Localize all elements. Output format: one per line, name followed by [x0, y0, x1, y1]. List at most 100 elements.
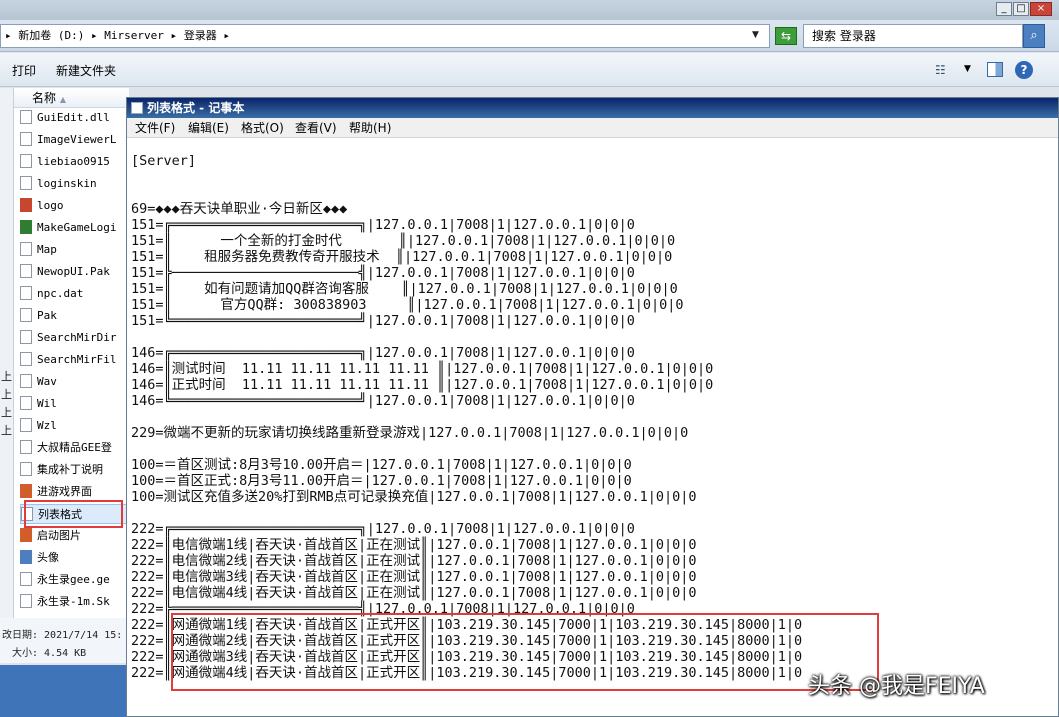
- file-item[interactable]: 永生录gee.ge: [20, 570, 130, 590]
- column-header-name[interactable]: 名称 ▲: [14, 88, 129, 108]
- file-item[interactable]: SearchMirFil: [20, 350, 130, 370]
- file-name: 进游戏界面: [37, 485, 92, 498]
- address-dropdown-icon[interactable]: ▼: [752, 30, 759, 40]
- file-icon: [20, 308, 32, 322]
- file-item[interactable]: Wzl: [20, 416, 130, 436]
- text-line: 222=║电信微端2线|吞天诀·首战首区|正在测试║|127.0.0.1|700…: [131, 553, 697, 569]
- nav-item[interactable]: 上: [1, 368, 12, 384]
- file-item[interactable]: ImageViewerL: [20, 130, 130, 150]
- explorer-toolbar: 打印 新建文件夹 ☷ ▼ ?: [0, 53, 1059, 87]
- file-name: 集成补丁说明: [37, 463, 103, 476]
- notepad-title-bar[interactable]: 列表格式 - 记事本: [127, 98, 1058, 118]
- search-input[interactable]: 搜索 登录器: [803, 24, 1023, 48]
- refresh-icon[interactable]: ⇆: [775, 27, 797, 45]
- address-bar: ▸ 新加卷 (D:) ▸ Mirserver ▸ 登录器 ▸ ▼ ⇆ 搜索 登录…: [0, 20, 1059, 52]
- file-icon: [20, 418, 32, 432]
- text-line: 100=测试区充值多送20%打到RMB点可记录换充值|127.0.0.1|700…: [131, 489, 697, 505]
- menu-file[interactable]: 文件(F): [135, 118, 175, 138]
- file-item[interactable]: 集成补丁说明: [20, 460, 130, 480]
- file-item[interactable]: GuiEdit.dll: [20, 108, 130, 128]
- file-icon: [20, 440, 32, 454]
- file-name: MakeGameLogi: [37, 221, 117, 234]
- text-line: 151=║ 租服务器免费教传奇开服技术 ║|127.0.0.1|7008|1|1…: [131, 249, 673, 265]
- file-item[interactable]: SearchMirDir: [20, 328, 130, 348]
- menu-format[interactable]: 格式(O): [241, 118, 284, 138]
- text-line: 146=╚═══════════════════════╝|127.0.0.1|…: [131, 393, 635, 409]
- file-item[interactable]: MakeGameLogi: [20, 218, 130, 238]
- text-line: 100=＝首区测试:8月3号10.00开启＝|127.0.0.1|7008|1|…: [131, 457, 632, 473]
- text-line: 69=◆◆◆吞天诀单职业·今日新区◆◆◆: [131, 201, 348, 217]
- file-name: Map: [37, 243, 57, 256]
- menu-edit[interactable]: 编辑(E): [188, 118, 229, 138]
- explorer-title-bar: _ □ ×: [0, 0, 1059, 20]
- file-name: Wzl: [37, 419, 57, 432]
- text-line: 146=╔═══════════════════════╗|127.0.0.1|…: [131, 345, 635, 361]
- file-item[interactable]: liebiao0915: [20, 152, 130, 172]
- file-name: Wil: [37, 397, 57, 410]
- file-name: 永生录-1m.Sk: [37, 595, 110, 608]
- text-line: 229=微端不更新的玩家请切换线路重新登录游戏|127.0.0.1|7008|1…: [131, 425, 689, 441]
- file-item[interactable]: loginskin: [20, 174, 130, 194]
- address-field[interactable]: ▸ 新加卷 (D:) ▸ Mirserver ▸ 登录器 ▸: [0, 24, 770, 48]
- text-line: 222=║电信微端4线|吞天诀·首战首区|正在测试║|127.0.0.1|700…: [131, 585, 697, 601]
- nav-item[interactable]: 上: [1, 422, 12, 438]
- file-item[interactable]: 永生录-1m.Sk: [20, 592, 130, 612]
- file-item[interactable]: 启动图片: [20, 526, 130, 546]
- file-icon: [20, 330, 32, 344]
- file-icon: [20, 352, 32, 366]
- file-icon: [20, 550, 32, 564]
- file-icon: [20, 528, 32, 542]
- file-item[interactable]: NewopUI.Pak: [20, 262, 130, 282]
- file-icon: [20, 286, 32, 300]
- file-name: ImageViewerL: [37, 133, 117, 146]
- file-name: loginskin: [37, 177, 97, 190]
- search-icon[interactable]: ⌕: [1023, 24, 1045, 48]
- watermark: 头条 @我是FEIYA: [808, 674, 985, 699]
- file-icon: [20, 176, 32, 190]
- taskbar-fragment: [0, 665, 128, 717]
- file-name: npc.dat: [37, 287, 84, 300]
- text-line: 151=╔═══════════════════════╗|127.0.0.1|…: [131, 217, 635, 233]
- minimize-button[interactable]: _: [996, 2, 1012, 16]
- text-line: 151=║ 一个全新的打金时代 ║|127.0.0.1|7008|1|127.0…: [131, 233, 676, 249]
- file-icon: [20, 572, 32, 586]
- menu-help[interactable]: 帮助(H): [349, 118, 391, 138]
- help-icon[interactable]: ?: [1015, 61, 1033, 79]
- file-item[interactable]: logo: [20, 196, 130, 216]
- view-options-icon[interactable]: ☷: [935, 63, 946, 77]
- file-name: Wav: [37, 375, 57, 388]
- file-item[interactable]: 进游戏界面: [20, 482, 130, 502]
- file-item[interactable]: Map: [20, 240, 130, 260]
- text-line: 146=║测试时间 11.11 11.11 11.11 11.11 ║|127.…: [131, 361, 714, 377]
- file-name: Pak: [37, 309, 57, 322]
- file-item[interactable]: 大叔精品GEE登: [20, 438, 130, 458]
- nav-item[interactable]: 上: [1, 386, 12, 402]
- text-line: 222=║电信微端1线|吞天诀·首战首区|正在测试║|127.0.0.1|700…: [131, 537, 697, 553]
- file-icon: [20, 594, 32, 608]
- file-icon: [20, 374, 32, 388]
- file-name: logo: [37, 199, 64, 212]
- text-line: 151=╠───────────────────────╣|127.0.0.1|…: [131, 265, 635, 281]
- close-button[interactable]: ×: [1030, 2, 1052, 16]
- print-button[interactable]: 打印: [12, 62, 36, 79]
- file-item[interactable]: Wav: [20, 372, 130, 392]
- preview-pane-icon[interactable]: [987, 62, 1003, 77]
- view-dropdown-icon[interactable]: ▼: [964, 64, 971, 74]
- nav-item[interactable]: 上: [1, 404, 12, 420]
- menu-view[interactable]: 查看(V): [295, 118, 337, 138]
- file-item[interactable]: Pak: [20, 306, 130, 326]
- text-line: 146=║正式时间 11.11 11.11 11.11 11.11 ║|127.…: [131, 377, 714, 393]
- sort-up-icon: ▲: [59, 95, 66, 104]
- file-icon: [20, 484, 32, 498]
- maximize-button[interactable]: □: [1013, 2, 1029, 16]
- file-icon: [20, 198, 32, 212]
- details-pane: 改日期: 2021/7/14 15: 大小: 4.54 KB: [0, 618, 128, 663]
- file-item[interactable]: Wil: [20, 394, 130, 414]
- text-line: [Server]: [131, 153, 197, 169]
- file-item[interactable]: npc.dat: [20, 284, 130, 304]
- new-folder-button[interactable]: 新建文件夹: [56, 62, 116, 79]
- text-line: 151=║ 官方QQ群: 300838903 ║|127.0.0.1|7008|…: [131, 297, 684, 313]
- column-name-label: 名称: [32, 91, 57, 105]
- file-icon: [20, 110, 32, 124]
- file-item[interactable]: 头像: [20, 548, 130, 568]
